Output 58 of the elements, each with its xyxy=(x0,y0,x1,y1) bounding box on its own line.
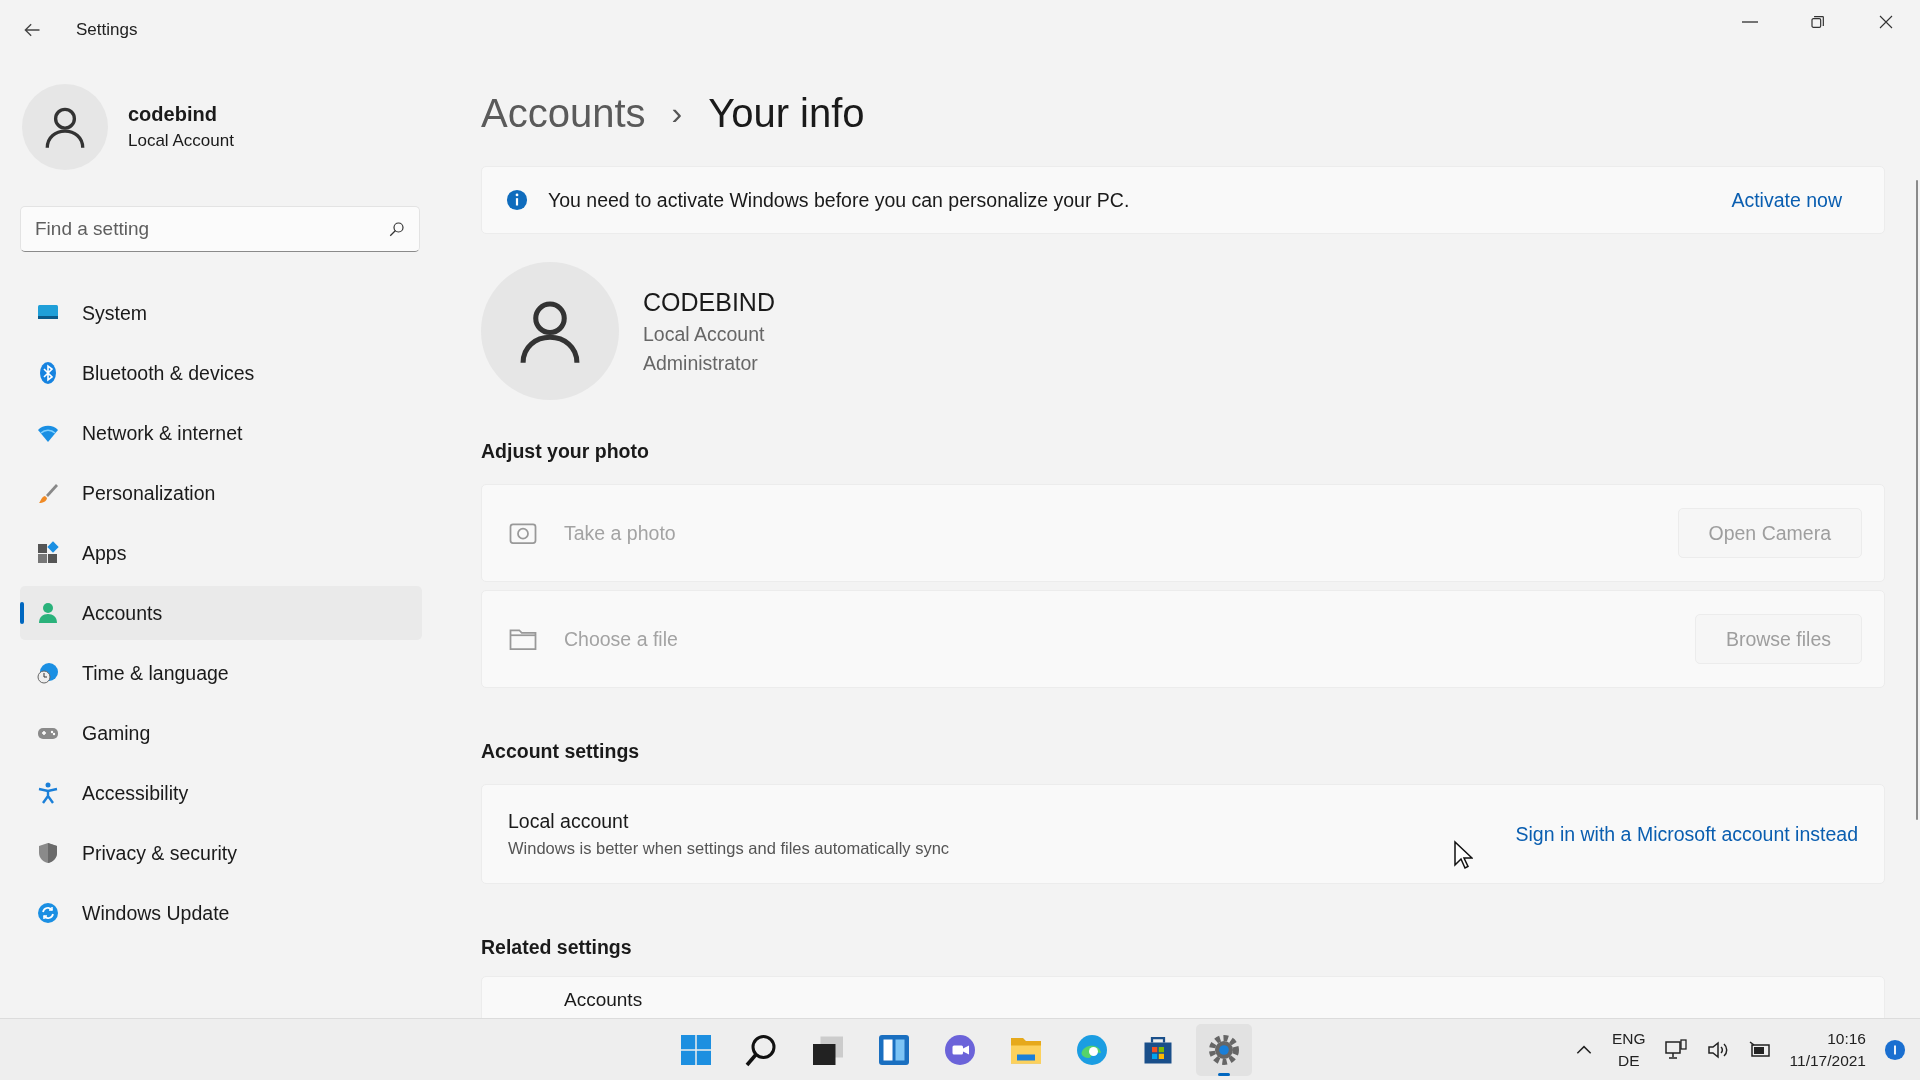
shield-icon xyxy=(36,841,60,865)
page-title: Your info xyxy=(708,90,865,136)
profile-detail: Administrator xyxy=(643,351,759,375)
sidebar-item[interactable]: Time & language xyxy=(20,646,422,700)
apps-icon xyxy=(36,541,60,565)
sidebar-item[interactable]: Accessibility xyxy=(20,766,422,820)
card-description: Windows is better when settings and files automatically sync xyxy=(508,839,950,858)
start-icon xyxy=(678,1032,714,1068)
section-heading: Related settings xyxy=(481,936,633,960)
window-title: Settings xyxy=(76,20,138,40)
activate-link[interactable]: Activate now xyxy=(1731,188,1842,212)
widgets-icon xyxy=(876,1032,912,1068)
chat-icon xyxy=(942,1032,978,1068)
row-label: Accounts xyxy=(564,989,644,1011)
network-icon xyxy=(1663,1037,1688,1062)
user-name: codebind xyxy=(128,103,218,126)
row-label: Choose a file xyxy=(564,627,679,651)
globe-clock-icon xyxy=(36,661,60,685)
sidebar-item[interactable]: System xyxy=(20,286,422,340)
mouse-pointer-icon xyxy=(1453,840,1473,870)
person-icon xyxy=(36,601,60,625)
sidebar-item[interactable]: Personalization xyxy=(20,466,422,520)
scrollbar[interactable] xyxy=(1916,180,1918,820)
breadcrumb-separator: › xyxy=(671,94,683,132)
sidebar-item[interactable]: Gaming xyxy=(20,706,422,760)
info-icon xyxy=(506,189,528,211)
sidebar-item[interactable]: Bluetooth & devices xyxy=(20,346,422,400)
breadcrumb-link[interactable]: Accounts xyxy=(481,90,646,136)
search-field[interactable]: Find a setting xyxy=(20,206,420,252)
browser-icon xyxy=(1074,1032,1110,1068)
update-icon xyxy=(36,901,60,925)
search-icon xyxy=(388,220,406,238)
row-label: Take a photo xyxy=(564,521,677,545)
sign-in-link[interactable]: Sign in with a Microsoft account instead xyxy=(1515,822,1858,846)
section-heading: Adjust your photo xyxy=(481,440,650,464)
profile-name: CODEBIND xyxy=(643,287,775,317)
sidebar-item[interactable]: Apps xyxy=(20,526,422,580)
network-button[interactable] xyxy=(1663,1037,1688,1062)
profile-detail: Local Account xyxy=(643,322,766,346)
sidebar-item[interactable]: Accounts xyxy=(20,586,422,640)
notifications-button[interactable] xyxy=(1884,1038,1906,1061)
minimize-icon xyxy=(1742,21,1758,23)
banner-message: You need to activate Windows before you can personalize your PC. xyxy=(548,188,1130,212)
settings-card[interactable]: Accounts xyxy=(481,976,1885,1018)
language-indicator[interactable]: ENG DE xyxy=(1611,1029,1646,1070)
section-heading: Account settings xyxy=(481,740,641,764)
notification-icon xyxy=(1884,1038,1906,1061)
sidebar-item[interactable]: Network & internet xyxy=(20,406,422,460)
brush-icon xyxy=(36,481,60,505)
gear-icon xyxy=(1206,1032,1242,1068)
card-title: Local account xyxy=(508,810,630,833)
accessibility-icon xyxy=(36,781,60,805)
account-type: Local Account xyxy=(128,131,234,151)
sidebar-item[interactable]: Privacy & security xyxy=(20,826,422,880)
sidebar-item[interactable]: Windows Update xyxy=(20,886,422,940)
close-icon xyxy=(1877,13,1895,31)
clock[interactable]: 10:16 11/17/2021 xyxy=(1789,1029,1866,1070)
restore-icon xyxy=(1810,14,1826,30)
